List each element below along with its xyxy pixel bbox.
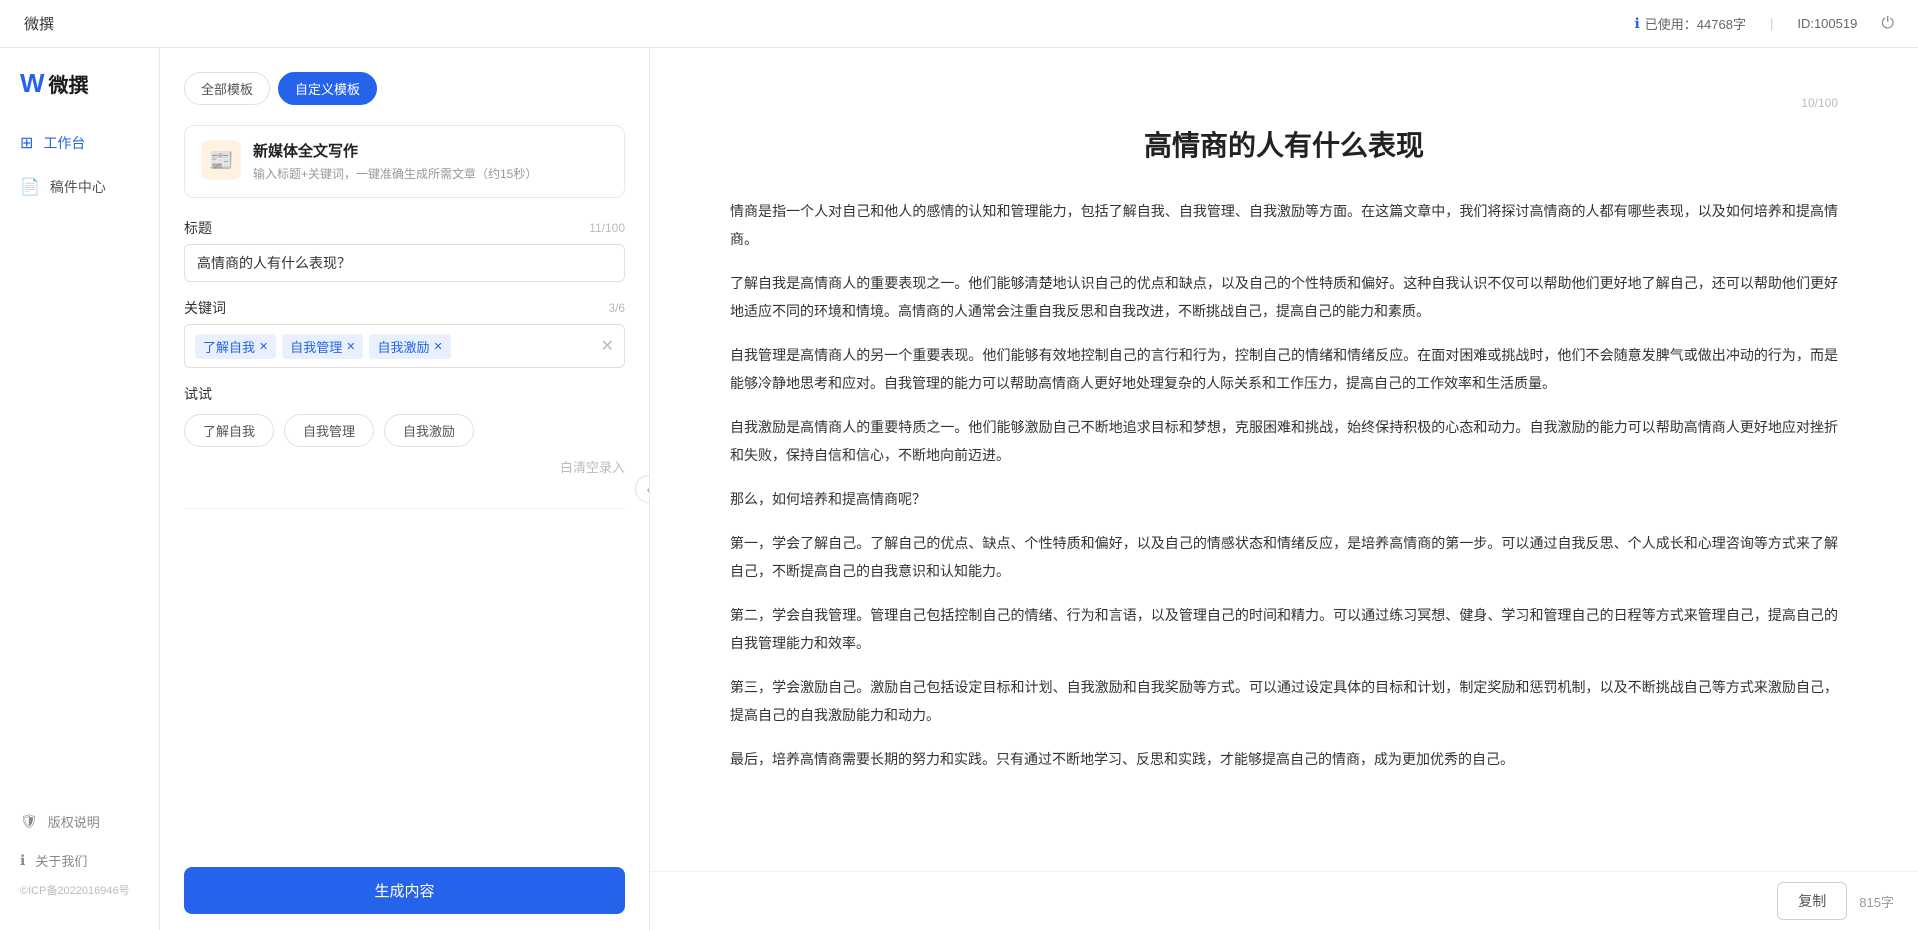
keyword-tag-2[interactable]: 自我管理 ✕ (282, 334, 363, 359)
sidebar-about-label: 关于我们 (35, 851, 87, 870)
sidebar: W 微撰 ⊞ 工作台 📄 稿件中心 🛡 版权说明 ℹ 关于我 (0, 48, 160, 930)
keyword-tag-1[interactable]: 了解自我 ✕ (195, 334, 276, 359)
id-label: ID:100519 (1797, 16, 1857, 31)
title-count: 11/100 (589, 221, 625, 235)
tab-custom[interactable]: 自定义模板 (278, 72, 377, 105)
logo-text: 微撰 (49, 69, 89, 98)
info-icon: ℹ (1634, 15, 1639, 32)
left-panel: 全部模板 自定义模板 📰 新媒体全文写作 输入标题+关键词，一键准确生成所需文章… (160, 48, 650, 930)
topbar-title: 微撰 (24, 13, 54, 34)
keywords-label-row: 关键词 3/6 (184, 298, 625, 318)
sidebar-copyright-label: 版权说明 (48, 812, 100, 831)
article-paragraph: 第三，学会激励自己。激励自己包括设定目标和计划、自我激励和自我奖励等方式。可以通… (730, 673, 1838, 729)
keyword-tag-3[interactable]: 自我激励 ✕ (369, 334, 450, 359)
sidebar-nav: ⊞ 工作台 📄 稿件中心 (0, 123, 159, 207)
keyword-tag-1-remove[interactable]: ✕ (259, 340, 268, 353)
try-clear[interactable]: 白清空录入 (184, 457, 625, 476)
keyword-tag-2-remove[interactable]: ✕ (346, 340, 355, 353)
article-paragraph: 第一，学会了解自己。了解自己的优点、缺点、个性特质和偏好，以及自己的情感状态和情… (730, 529, 1838, 585)
template-name: 新媒体全文写作 (253, 140, 537, 161)
keyword-tag-3-remove[interactable]: ✕ (433, 340, 442, 353)
right-bottom-bar: 复制 815字 (650, 871, 1918, 930)
try-chips: 了解自我 自我管理 自我激励 (184, 414, 625, 447)
try-chip-2[interactable]: 自我管理 (284, 414, 374, 447)
article-paragraph: 那么，如何培养和提高情商呢？ (730, 485, 1838, 513)
article-paragraph: 了解自我是高情商人的重要表现之一。他们能够清楚地认识自己的优点和缺点，以及自己的… (730, 269, 1838, 325)
topbar-right: ℹ 已使用：44768字 | ID:100519 ⏻ (1634, 14, 1894, 33)
grid-icon: ⊞ (20, 133, 33, 153)
sidebar-logo: W 微撰 (0, 68, 159, 123)
generate-button[interactable]: 生成内容 (184, 867, 625, 914)
file-icon: 📄 (20, 177, 40, 197)
keywords-clear-icon[interactable]: ✕ (601, 336, 614, 356)
title-label-row: 标题 11/100 (184, 218, 625, 238)
try-chip-1[interactable]: 了解自我 (184, 414, 274, 447)
icp-text: ©ICP备2022016946号 (0, 882, 159, 898)
shield-icon: 🛡 (20, 813, 38, 830)
sidebar-item-workspace-label: 工作台 (43, 133, 85, 153)
collapse-toggle[interactable]: ‹ (635, 475, 650, 503)
article-body: 情商是指一个人对自己和他人的感情的认知和管理能力，包括了解自我、自我管理、自我激… (730, 197, 1838, 773)
content-area: 全部模板 自定义模板 📰 新媒体全文写作 输入标题+关键词，一键准确生成所需文章… (160, 48, 1918, 930)
usage-info: ℹ 已使用：44768字 (1634, 14, 1745, 33)
template-card[interactable]: 📰 新媒体全文写作 输入标题+关键词，一键准确生成所需文章（约15秒） (184, 125, 625, 198)
template-desc: 输入标题+关键词，一键准确生成所需文章（约15秒） (253, 165, 537, 183)
article-paragraph: 情商是指一个人对自己和他人的感情的认知和管理能力，包括了解自我、自我管理、自我激… (730, 197, 1838, 253)
topbar-left: 微撰 (24, 13, 54, 34)
sidebar-item-copyright[interactable]: 🛡 版权说明 (0, 804, 159, 839)
sidebar-item-workspace[interactable]: ⊞ 工作台 (0, 123, 159, 163)
newspaper-icon: 📰 (209, 148, 234, 173)
keyword-tag-2-text: 自我管理 (290, 337, 342, 356)
tab-all[interactable]: 全部模板 (184, 72, 270, 105)
keywords-label: 关键词 (184, 298, 226, 318)
template-info: 新媒体全文写作 输入标题+关键词，一键准确生成所需文章（约15秒） (253, 140, 537, 183)
title-label: 标题 (184, 218, 212, 238)
title-input[interactable] (184, 244, 625, 282)
sidebar-item-about[interactable]: ℹ 关于我们 (0, 843, 159, 878)
article-area[interactable]: 10/100 高情商的人有什么表现 情商是指一个人对自己和他人的感情的认知和管理… (650, 48, 1918, 871)
template-icon: 📰 (201, 140, 241, 180)
try-section: 试试 了解自我 自我管理 自我激励 白清空录入 (184, 384, 625, 476)
sidebar-bottom: 🛡 版权说明 ℹ 关于我们 ©ICP备2022016946号 (0, 804, 159, 910)
sidebar-item-drafts-label: 稿件中心 (50, 177, 106, 197)
topbar: 微撰 ℹ 已使用：44768字 | ID:100519 ⏻ (0, 0, 1918, 48)
info-circle-icon: ℹ (20, 852, 25, 869)
article-title: 高情商的人有什么表现 (730, 126, 1838, 165)
article-paragraph: 第二，学会自我管理。管理自己包括控制自己的情绪、行为和言语，以及管理自己的时间和… (730, 601, 1838, 657)
keyword-tag-3-text: 自我激励 (377, 337, 429, 356)
keywords-section: 关键词 3/6 了解自我 ✕ 自我管理 ✕ 自我激励 ✕ (184, 298, 625, 368)
tab-row: 全部模板 自定义模板 (184, 72, 625, 105)
article-paragraph: 最后，培养高情商需要长期的努力和实践。只有通过不断地学习、反思和实践，才能够提高… (730, 745, 1838, 773)
try-chip-3[interactable]: 自我激励 (384, 414, 474, 447)
article-word-count: 10/100 (730, 96, 1838, 110)
try-label: 试试 (184, 384, 625, 404)
keywords-count: 3/6 (608, 301, 625, 315)
logo-icon: W (20, 68, 43, 99)
power-icon[interactable]: ⏻ (1881, 15, 1894, 33)
article-paragraph: 自我激励是高情商人的重要特质之一。他们能够激励自己不断地追求目标和梦想，克服困难… (730, 413, 1838, 469)
word-stat: 815字 (1859, 892, 1894, 911)
usage-label: 已使用：44768字 (1645, 14, 1746, 33)
divider (184, 508, 625, 509)
right-panel: 10/100 高情商的人有什么表现 情商是指一个人对自己和他人的感情的认知和管理… (650, 48, 1918, 930)
article-paragraph: 自我管理是高情商人的另一个重要表现。他们能够有效地控制自己的言行和行为，控制自己… (730, 341, 1838, 397)
copy-button[interactable]: 复制 (1777, 882, 1847, 920)
title-section: 标题 11/100 (184, 218, 625, 282)
main-layout: W 微撰 ⊞ 工作台 📄 稿件中心 🛡 版权说明 ℹ 关于我 (0, 48, 1918, 930)
sidebar-item-drafts[interactable]: 📄 稿件中心 (0, 167, 159, 207)
keywords-box[interactable]: 了解自我 ✕ 自我管理 ✕ 自我激励 ✕ ✕ (184, 324, 625, 368)
keyword-tag-1-text: 了解自我 (203, 337, 255, 356)
